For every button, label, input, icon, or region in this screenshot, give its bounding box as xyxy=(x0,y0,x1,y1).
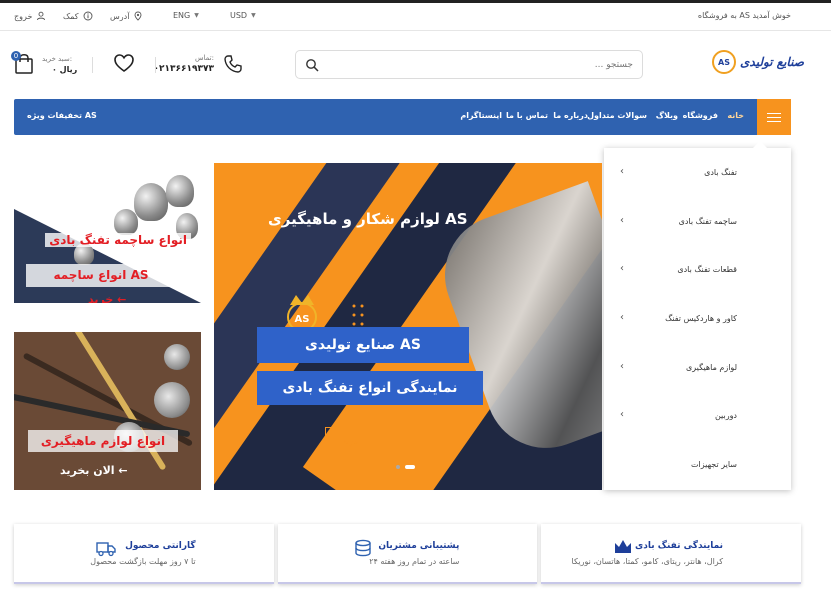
chevron-down-icon: ▼ xyxy=(194,12,199,19)
main-nav: خانه فروشگاه وبلاگ سوالات متداول درباره … xyxy=(14,99,791,135)
cart-count-badge: 0 xyxy=(11,51,21,61)
search-input[interactable] xyxy=(328,51,633,78)
banner-buy-link[interactable]: خرید ← xyxy=(88,293,126,303)
category-item[interactable]: دوربین ‹ xyxy=(604,407,791,427)
basket-label: سبد خرید: xyxy=(42,55,73,63)
nav-shop[interactable]: فروشگاه xyxy=(683,111,718,120)
fishing-reel-image xyxy=(164,344,190,370)
search-box xyxy=(295,50,643,79)
nav-contact[interactable]: تماس با ما xyxy=(506,111,548,120)
fishing-reel-image xyxy=(154,382,190,418)
fishing-banner[interactable]: انواع لوازم ماهیگیری الان بخرید ← xyxy=(14,332,201,490)
dots-decor xyxy=(352,304,364,326)
chevron-left-icon: ‹ xyxy=(620,215,624,226)
slider-dot-active[interactable] xyxy=(405,465,415,469)
feature-support: پشتیبانی مشتریان ۲۴ ساعته در تمام روز هف… xyxy=(277,524,538,584)
feature-warranty: گارانتی محصول تا ۷ روز مهلت بازگشت محصول xyxy=(14,524,274,584)
pellets-banner[interactable]: انواع ساچمه تفنگ بادی انواع ساچمه AS خری… xyxy=(14,163,201,303)
cart-button[interactable]: 0 xyxy=(11,51,37,77)
category-item[interactable]: ساچمه تفنگ بادی ‹ xyxy=(604,213,791,233)
crown-icon xyxy=(615,540,632,553)
user-icon xyxy=(37,11,46,21)
banner-heading: انواع ساچمه تفنگ بادی xyxy=(45,233,191,247)
logo-mark: AS xyxy=(712,50,736,74)
feature-dealer: نمایندگی تفنگ بادی کرال، هانتر، ریتای، ک… xyxy=(541,524,802,584)
help-link[interactable]: کمک xyxy=(63,11,93,21)
logout-link[interactable]: خروج xyxy=(14,11,46,21)
banner-decor xyxy=(14,209,201,303)
header-divider xyxy=(155,57,156,73)
category-item[interactable]: لوازم ماهیگیری ‹ xyxy=(604,359,791,379)
feature-strip: گارانتی محصول تا ۷ روز مهلت بازگشت محصول… xyxy=(14,524,802,584)
contact-label: تماس: xyxy=(194,54,214,62)
language-select[interactable]: ENG ▼ xyxy=(173,11,199,20)
map-pin-icon xyxy=(134,11,142,21)
slider-line-2: نمایندگی انواع تفنگ بادی xyxy=(257,371,483,405)
category-menu: تفنگ بادی ‹ ساچمه تفنگ بادی ‹ قطعات تفنگ ب… xyxy=(604,141,791,490)
info-icon xyxy=(83,11,93,21)
header-divider xyxy=(92,57,93,73)
contact-block[interactable]: تماس: ۰۲۱۳۶۶۱۹۳۷۳ xyxy=(154,52,246,78)
hero-slider[interactable]: لوازم شکار و ماهیگیری AS AS صنایع تولیدی… xyxy=(214,163,602,490)
nav-special-offers[interactable]: تخفیفات ویژه AS xyxy=(27,111,97,120)
svg-text:AS: AS xyxy=(295,314,310,325)
pellet-image xyxy=(166,175,194,207)
chevron-left-icon: ‹ xyxy=(620,263,624,274)
currency-select[interactable]: USD ▼ xyxy=(230,11,256,20)
search-icon[interactable] xyxy=(305,58,319,72)
nav-about[interactable]: درباره ما xyxy=(553,111,588,120)
slider-pagination xyxy=(396,465,415,469)
top-bar: به فروشگاه AS خوش آمدید USD ▼ ENG ▼ آدرس ک… xyxy=(0,3,831,31)
nav-home[interactable]: خانه xyxy=(727,111,744,120)
slider-line-1: صنایع تولیدی AS xyxy=(257,327,469,363)
slider-title: لوازم شکار و ماهیگیری AS xyxy=(268,210,468,228)
truck-icon xyxy=(96,542,116,557)
categories-menu-button[interactable] xyxy=(757,99,791,135)
banner-heading: انواع لوازم ماهیگیری xyxy=(28,430,178,452)
pellet-image xyxy=(114,209,138,235)
pellet-image xyxy=(134,183,168,221)
hamburger-icon xyxy=(767,116,781,118)
chevron-left-icon: ‹ xyxy=(620,166,624,177)
address-link[interactable]: آدرس xyxy=(110,11,143,21)
category-item[interactable]: سایر تجهیزات xyxy=(604,456,791,476)
welcome-text: به فروشگاه AS خوش آمدید xyxy=(697,11,791,20)
category-item[interactable]: قطعات تفنگ بادی ‹ xyxy=(604,261,791,281)
nav-instagram[interactable]: اینستاگرام xyxy=(460,111,502,120)
chevron-left-icon: ‹ xyxy=(620,409,624,420)
banner-buy-link[interactable]: الان بخرید ← xyxy=(60,464,128,477)
banner-subheading: انواع ساچمه AS xyxy=(26,264,176,287)
basket-total: ۰ ریال xyxy=(52,65,78,74)
chevron-left-icon: ‹ xyxy=(620,361,624,372)
category-item[interactable]: کاور و هاردکیس تفنگ ‹ xyxy=(604,310,791,330)
site-logo[interactable]: AS صنایع تولیدی xyxy=(712,50,804,74)
heart-icon[interactable] xyxy=(113,53,135,73)
slider-dot[interactable] xyxy=(396,465,400,469)
phone-icon xyxy=(224,55,242,73)
nav-blog[interactable]: وبلاگ xyxy=(656,111,678,120)
category-item[interactable]: تفنگ بادی ‹ xyxy=(604,164,791,184)
logo-text: صنایع تولیدی xyxy=(740,55,804,69)
slider-buy-button[interactable]: خرید xyxy=(325,427,377,457)
database-icon xyxy=(354,539,371,557)
chevron-down-icon: ▼ xyxy=(251,12,256,19)
contact-number: ۰۲۱۳۶۶۱۹۳۷۳ xyxy=(153,64,214,74)
nav-faq[interactable]: سوالات متداول xyxy=(587,111,647,120)
chevron-left-icon: ‹ xyxy=(620,312,624,323)
